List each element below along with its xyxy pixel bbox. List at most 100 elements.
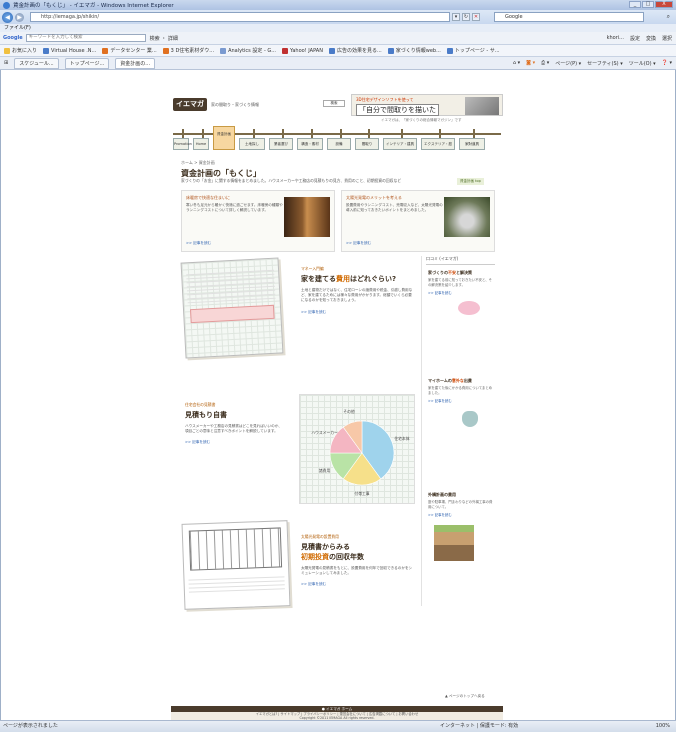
rss-icon[interactable]: ◙ ▾ (526, 60, 535, 67)
site-subnote: イエマガは、「家づくりの総合情報マガジン」です (381, 118, 462, 122)
url-input[interactable]: http://iemaga.jp/shikin/ (30, 12, 450, 22)
sidebar-heading: 口コミ (イエマガ) (426, 256, 495, 265)
browser-search-input[interactable]: Google (494, 12, 644, 22)
feature-title: 床暖房で快適な住まいに (186, 195, 230, 200)
close-button[interactable]: X (655, 1, 673, 8)
sidebar-item-link[interactable]: >> 記事を読む (428, 512, 494, 517)
tab-schedule[interactable]: スケジュール... (14, 57, 59, 69)
favorite-item[interactable]: Virtual House .N... (43, 47, 96, 54)
search-icon[interactable]: ⌕ (667, 13, 670, 21)
nav-item[interactable]: エクステリア・庭 (421, 138, 455, 150)
tab-list-icon[interactable]: ⊞ (4, 60, 8, 66)
pie-label: 諸費用 (319, 468, 331, 473)
favorite-icon (162, 47, 169, 54)
intro-tag: 資金計画 top (457, 178, 484, 185)
stop-icon[interactable]: ✕ (472, 13, 480, 21)
home-icon[interactable]: ⌂ ▾ (513, 60, 520, 67)
site-logo[interactable]: イエマガ (173, 98, 207, 111)
pie-label: 住宅本体 (394, 436, 409, 441)
tab-shikin[interactable]: 資金計画の... (115, 57, 156, 69)
nav-item[interactable]: Home (193, 138, 209, 150)
nav-item[interactable]: 家財道具 (459, 138, 485, 150)
google-select[interactable]: 選択 (662, 35, 672, 42)
nav-item[interactable]: インテリア・建具 (383, 138, 417, 150)
page-top-link[interactable]: ▲ ページのトップへ戻る (445, 694, 485, 699)
menu-safety[interactable]: セーフティ(S) ▾ (587, 60, 623, 67)
favorite-item[interactable]: 3 D住宅素材ダウ... (162, 47, 215, 54)
google-search-button[interactable]: 検索 ・ 詳細 (150, 35, 178, 42)
breadcrumb[interactable]: ホーム > 資金計画 (181, 160, 215, 166)
favorite-label: トップページ - サ... (454, 48, 500, 54)
nav-pin (439, 129, 441, 138)
nav-item[interactable]: 構造・素材 (297, 138, 323, 150)
interior-photo (284, 197, 330, 237)
favorite-icon (387, 47, 394, 54)
section-heading: 見積もり自書 (185, 411, 227, 419)
site-footer: ● イエマガ ホーム イエマガとは? | サイトマップ | プライバシーポリシー… (171, 706, 503, 720)
nav-item[interactable]: 間取り (355, 138, 379, 150)
forward-button[interactable]: ▶ (15, 12, 24, 22)
sidebar-item-body: 家を建てる前に知っておきたい不安と、その解決策を紹介します。 (428, 278, 493, 287)
dropdown-icon[interactable]: ▾ (452, 13, 460, 21)
favorite-item[interactable]: お気に入り (4, 47, 37, 54)
google-account[interactable]: khori... (607, 35, 624, 42)
google-settings[interactable]: 設定 (630, 35, 640, 42)
help-icon[interactable]: ❓ ▾ (662, 60, 672, 67)
nav-item[interactable]: 設備 (327, 138, 351, 150)
sidebar-item-title: 外構計画の費用 (428, 492, 456, 497)
sidebar-item-link[interactable]: >> 記事を読む (428, 398, 494, 403)
section-more-link[interactable]: >> 記事を読む (301, 582, 413, 587)
nav-item[interactable]: 資金計画 (213, 126, 235, 150)
feature-card-solar[interactable]: 太陽光発電のメリットを考える 設置費用やランニングコスト、売電収入など、太陽光発… (341, 190, 495, 252)
menu-tools[interactable]: ツール(O) ▾ (629, 60, 656, 67)
solar-photo (444, 197, 490, 237)
refresh-icon[interactable]: ↻ (462, 13, 470, 21)
section-more-link[interactable]: >> 記事を読む (185, 440, 285, 445)
sidebar-item-expense[interactable]: マイホームの意外な出費 家を建てた後にかかる費用についてまとめました。 >> 記… (428, 378, 494, 428)
favorite-icon (328, 47, 335, 54)
nav-item[interactable]: 業者選び (269, 138, 293, 150)
minimize-button[interactable]: _ (629, 1, 641, 8)
menu-page[interactable]: ページ(P) ▾ (555, 60, 581, 67)
nav-pin (311, 129, 313, 138)
section-more-link[interactable]: >> 記事を読む (301, 310, 413, 315)
sidebar-item-exterior[interactable]: 外構計画の費用 庭や駐車場、門まわりなどの外構工事の費用について。 >> 記事を… (428, 492, 494, 562)
favorite-item[interactable]: トップページ - サ... (446, 47, 500, 54)
favorite-item[interactable]: 広告の効果を見る... (328, 47, 382, 54)
zoom-level[interactable]: 100% (656, 721, 670, 732)
back-button[interactable]: ◀ (2, 11, 13, 23)
google-convert[interactable]: 変換 (646, 35, 656, 42)
nav-pin (401, 129, 403, 138)
menu-file[interactable]: ファイル(F) (4, 25, 31, 31)
site-header: イエマガ 家の間取り・家づくり情報 検索 3D住宅デザインソフトを使って 「自分… (171, 94, 503, 124)
section-cost: マネー入門編 家を建てる費用はどれぐらい? 土地と建物だけではなく、住宅ローンの… (301, 266, 413, 315)
pie-chart: 住宅本体付帯工事 諸費用 ハウスメーカー その他 (311, 409, 409, 496)
sidebar-item-anxiety[interactable]: 家づくりの不安と解決策 家を建てる前に知っておきたい不安と、その解決策を紹介しま… (428, 270, 494, 316)
favorite-item[interactable]: Yahoo! JAPAN (281, 47, 323, 54)
nav-pin (473, 129, 475, 138)
status-text: ページが表示されました (3, 723, 58, 729)
nav-item[interactable]: Promotion (173, 138, 192, 150)
feature-link[interactable]: >> 記事を読む (186, 241, 211, 246)
floorplan-document-image (181, 520, 291, 610)
sidebar-item-link[interactable]: >> 記事を読む (428, 290, 494, 295)
pie-label: 付帯工事 (354, 491, 369, 496)
tab-toppage[interactable]: トップページ... (64, 57, 110, 69)
section-estimate: 住宅会社の見積書 見積もり自書 ハウスメーカーや工務店の見積書はどこを見ればいい… (185, 402, 285, 445)
feature-link[interactable]: >> 記事を読む (346, 241, 371, 246)
feature-card-floor-heating[interactable]: 床暖房で快適な住まいに 寒い冬も足元から暖かく快適に過ごせます。床暖房の種類やラ… (181, 190, 335, 252)
favorite-icon (43, 47, 50, 54)
print-icon[interactable]: ⎙ ▾ (541, 60, 549, 67)
favorite-label: お気に入り (12, 48, 38, 54)
ad-banner[interactable]: 3D住宅デザインソフトを使って 「自分で間取りを描いた (351, 94, 503, 116)
site-search-button[interactable]: 検索 (323, 100, 345, 107)
sidebar: 口コミ (イエマガ) 家づくりの不安と解決策 家を建てる前に知っておきたい不安と… (421, 256, 495, 606)
section-heading: 家を建てる費用はどれぐらい? (301, 275, 397, 283)
favorite-item[interactable]: 家づくり情報web... (387, 47, 441, 54)
favorite-label: 3 D住宅素材ダウ... (170, 48, 215, 54)
favorite-item[interactable]: データセンター 業... (102, 47, 157, 54)
maximize-button[interactable]: □ (642, 1, 654, 8)
google-search-input[interactable]: キーワードを入力して検索 (25, 34, 146, 42)
nav-item[interactable]: 土地探し (239, 138, 265, 150)
favorite-item[interactable]: Analytics 設定 - G... (220, 47, 276, 54)
